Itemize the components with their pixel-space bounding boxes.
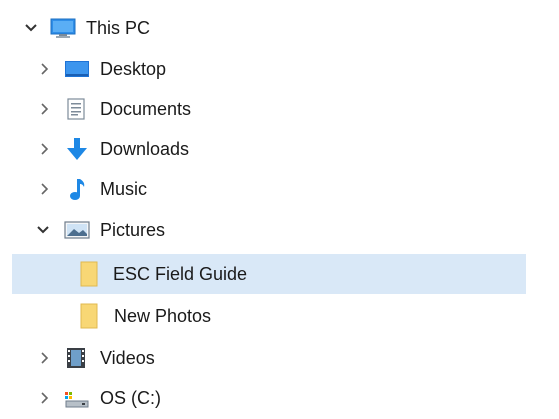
chevron-right-icon[interactable]	[38, 102, 52, 116]
tree-item-esc-field-guide[interactable]: ESC Field Guide	[12, 254, 526, 294]
tree-item-documents[interactable]: Documents	[0, 89, 559, 129]
tree-item-label: Desktop	[100, 59, 167, 79]
chevron-right-icon[interactable]	[38, 142, 52, 156]
download-arrow-icon	[66, 138, 88, 160]
pictures-icon	[64, 219, 90, 241]
tree-item-downloads[interactable]: Downloads	[0, 129, 559, 169]
documents-icon	[66, 98, 88, 120]
tree-item-label: Documents	[100, 99, 192, 119]
tree-item-label: New Photos	[114, 306, 212, 326]
chevron-down-icon[interactable]	[36, 223, 50, 237]
chevron-right-icon[interactable]	[38, 391, 52, 405]
tree-item-label: OS (C:)	[100, 388, 161, 408]
tree-item-music[interactable]: Music	[0, 169, 559, 209]
tree-item-new-photos[interactable]: New Photos	[0, 296, 559, 336]
chevron-right-icon[interactable]	[38, 182, 52, 196]
tree-item-os-c[interactable]: OS (C:)	[0, 378, 559, 418]
folder-icon	[80, 261, 100, 287]
tree-item-videos[interactable]: Videos	[0, 338, 559, 378]
tree-item-label: Downloads	[100, 139, 190, 159]
film-icon	[66, 347, 88, 369]
chevron-right-icon[interactable]	[38, 351, 52, 365]
tree-item-desktop[interactable]: Desktop	[0, 49, 559, 89]
tree-item-label: Videos	[100, 348, 155, 368]
tree-item-label: Music	[100, 179, 148, 199]
music-note-icon	[68, 178, 90, 200]
navigation-tree: This PC Desktop Documents Downloads Musi…	[0, 0, 559, 419]
tree-item-label: This PC	[86, 18, 151, 38]
tree-item-label: ESC Field Guide	[113, 264, 248, 284]
drive-icon	[64, 387, 89, 409]
monitor-icon	[50, 17, 76, 39]
folder-icon	[80, 303, 100, 329]
tree-item-label: Pictures	[100, 220, 166, 240]
tree-item-this-pc[interactable]: This PC	[0, 8, 559, 48]
chevron-right-icon[interactable]	[38, 62, 52, 76]
desktop-icon	[64, 58, 89, 80]
chevron-down-icon[interactable]	[24, 21, 38, 35]
tree-item-pictures[interactable]: Pictures	[0, 210, 559, 250]
